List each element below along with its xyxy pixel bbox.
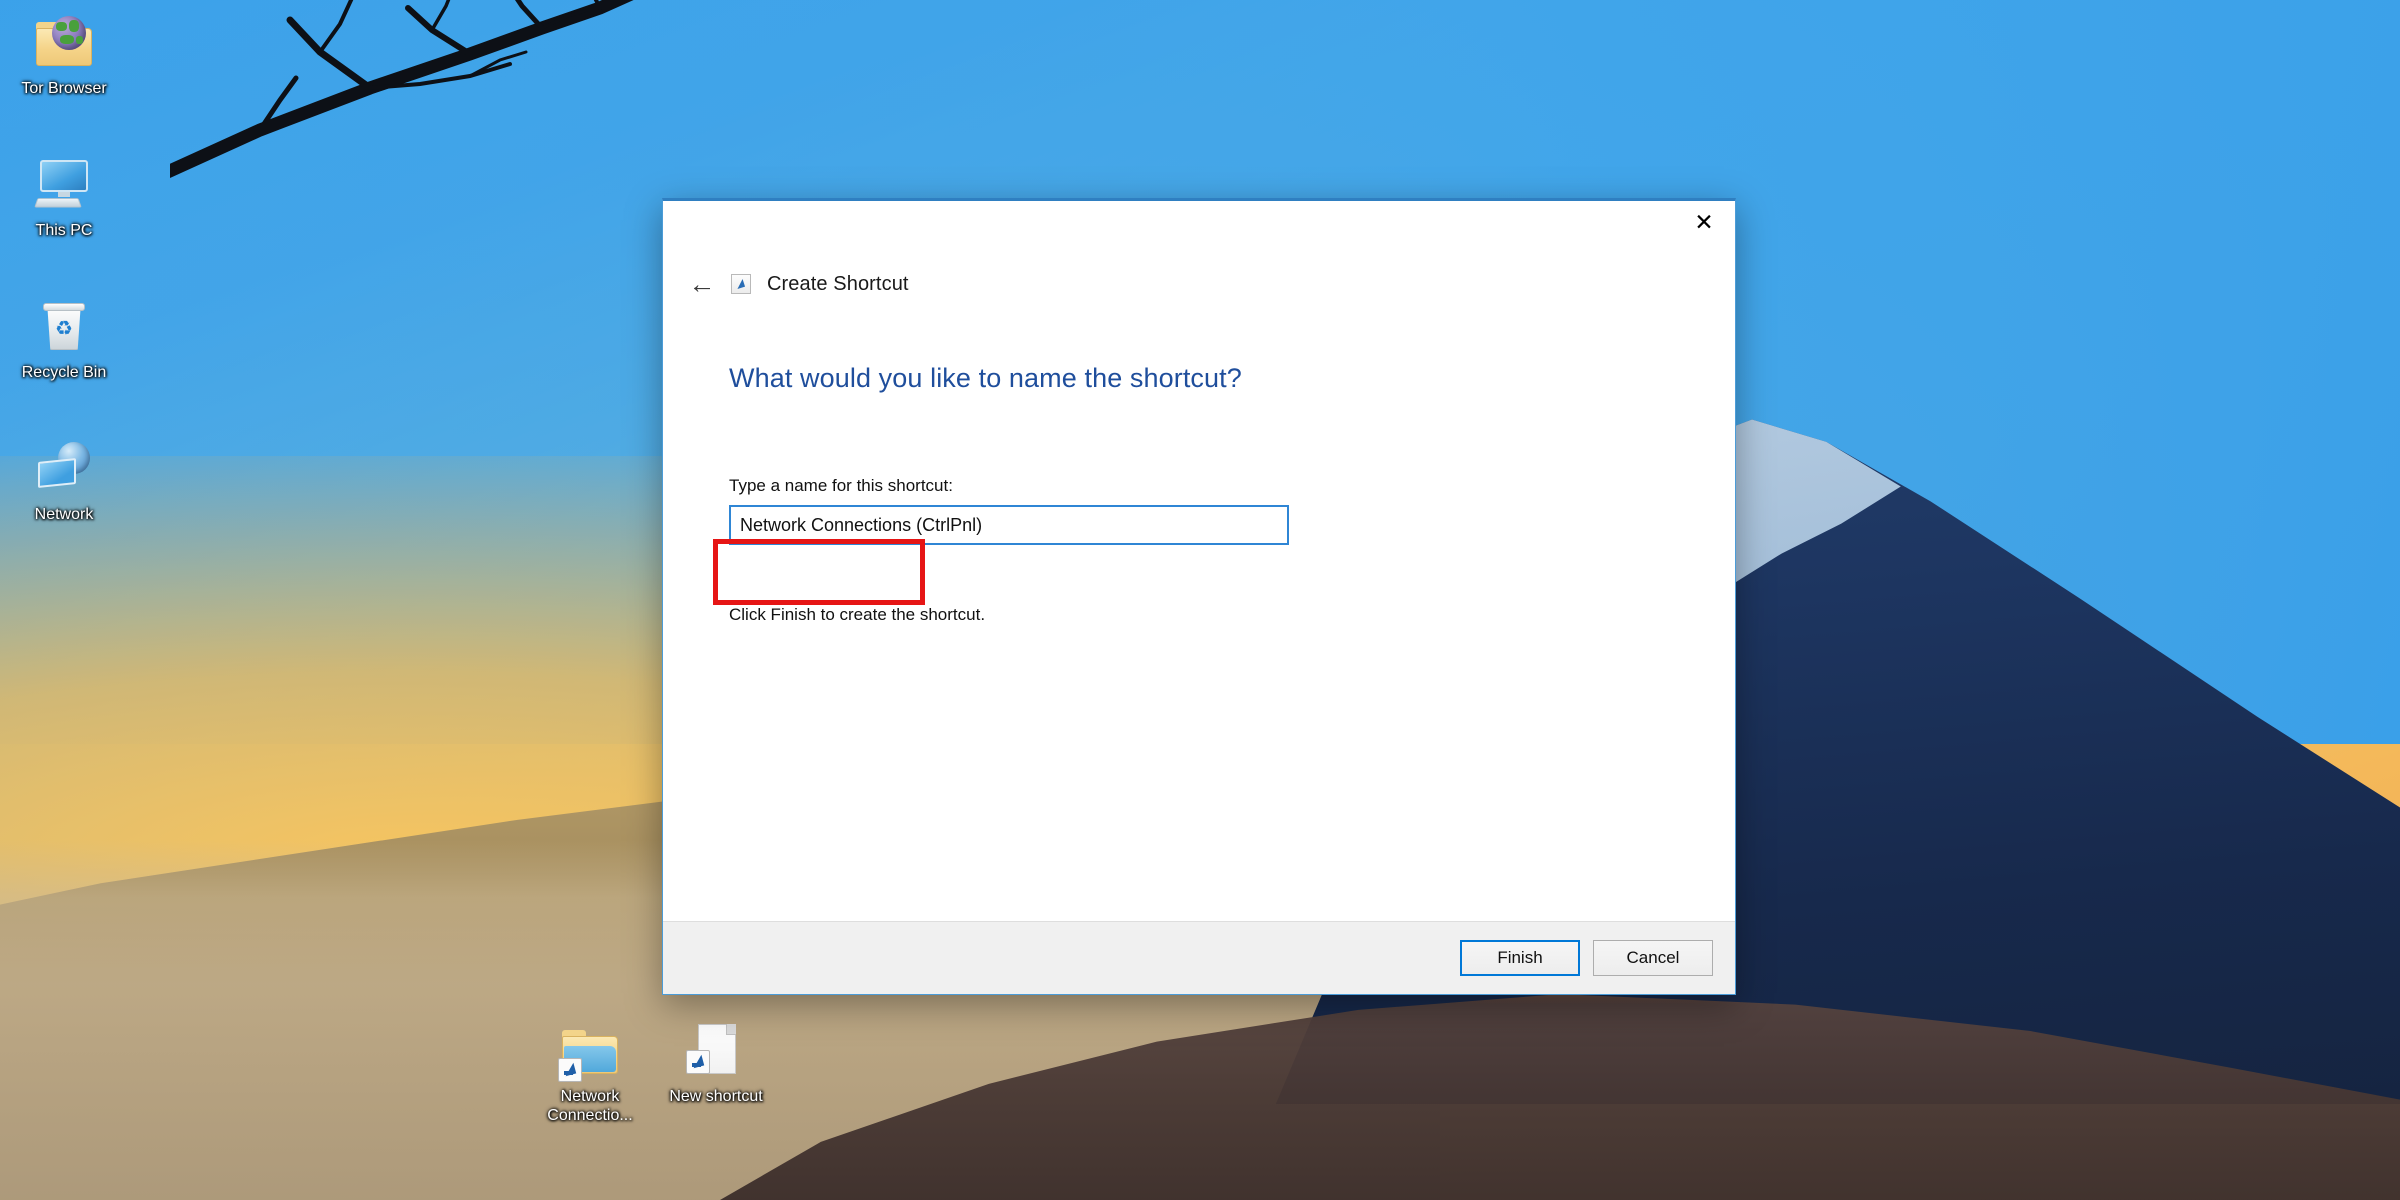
dialog-heading: What would you like to name the shortcut… <box>729 363 1242 393</box>
desktop-icon-label: Network Connectio... <box>547 1088 633 1124</box>
desktop-icon-label: This PC <box>35 222 93 239</box>
shortcut-arrow-icon <box>686 1050 710 1074</box>
desktop-icon-tor-browser[interactable]: Tor Browser <box>8 10 120 98</box>
folder-globe-icon <box>32 10 96 74</box>
document-shortcut-icon <box>684 1018 748 1082</box>
desktop-icon-this-pc[interactable]: This PC <box>8 152 120 240</box>
desktop-icon-network-connections-shortcut[interactable]: Network Connectio... <box>534 1018 646 1125</box>
desktop-icon-recycle-bin[interactable]: ♻ Recycle Bin <box>8 294 120 382</box>
network-globe-icon <box>32 436 96 500</box>
finish-button[interactable]: Finish <box>1460 940 1580 976</box>
shortcut-app-icon <box>731 274 751 294</box>
recycle-bin-icon: ♻ <box>32 294 96 358</box>
annotation-highlight-box <box>713 539 925 605</box>
shortcut-name-label: Type a name for this shortcut: <box>729 476 953 495</box>
shortcut-name-input[interactable] <box>729 505 1289 545</box>
back-arrow-icon[interactable]: ← <box>683 267 721 301</box>
finish-hint-text: Click Finish to create the shortcut. <box>729 605 986 624</box>
shortcut-arrow-icon <box>558 1058 582 1082</box>
desktop-icon-network[interactable]: Network <box>8 436 120 524</box>
desktop[interactable]: Tor Browser This PC ♻ Recycle Bin Networ… <box>0 0 2400 1200</box>
dialog-body: What would you like to name the shortcut… <box>663 305 1735 921</box>
dialog-title: Create Shortcut <box>767 272 909 295</box>
desktop-icon-label: New shortcut <box>669 1088 763 1105</box>
dialog-navigation-bar: ← Create Shortcut <box>663 263 1735 305</box>
desktop-icon-label: Recycle Bin <box>21 364 107 381</box>
shortcut-name-field-group: Type a name for this shortcut: <box>729 476 1289 545</box>
folder-shortcut-icon <box>558 1018 622 1082</box>
desktop-icon-label: Network <box>34 506 94 523</box>
cancel-button[interactable]: Cancel <box>1593 940 1713 976</box>
dialog-footer: Finish Cancel <box>663 921 1735 994</box>
create-shortcut-dialog[interactable]: ✕ ← Create Shortcut What would you like … <box>662 198 1736 995</box>
dialog-titlebar[interactable]: ✕ <box>663 201 1735 263</box>
desktop-icon-label: Tor Browser <box>21 80 107 97</box>
computer-monitor-icon <box>32 152 96 216</box>
close-icon[interactable]: ✕ <box>1673 201 1735 243</box>
desktop-icon-new-shortcut[interactable]: New shortcut <box>660 1018 772 1106</box>
